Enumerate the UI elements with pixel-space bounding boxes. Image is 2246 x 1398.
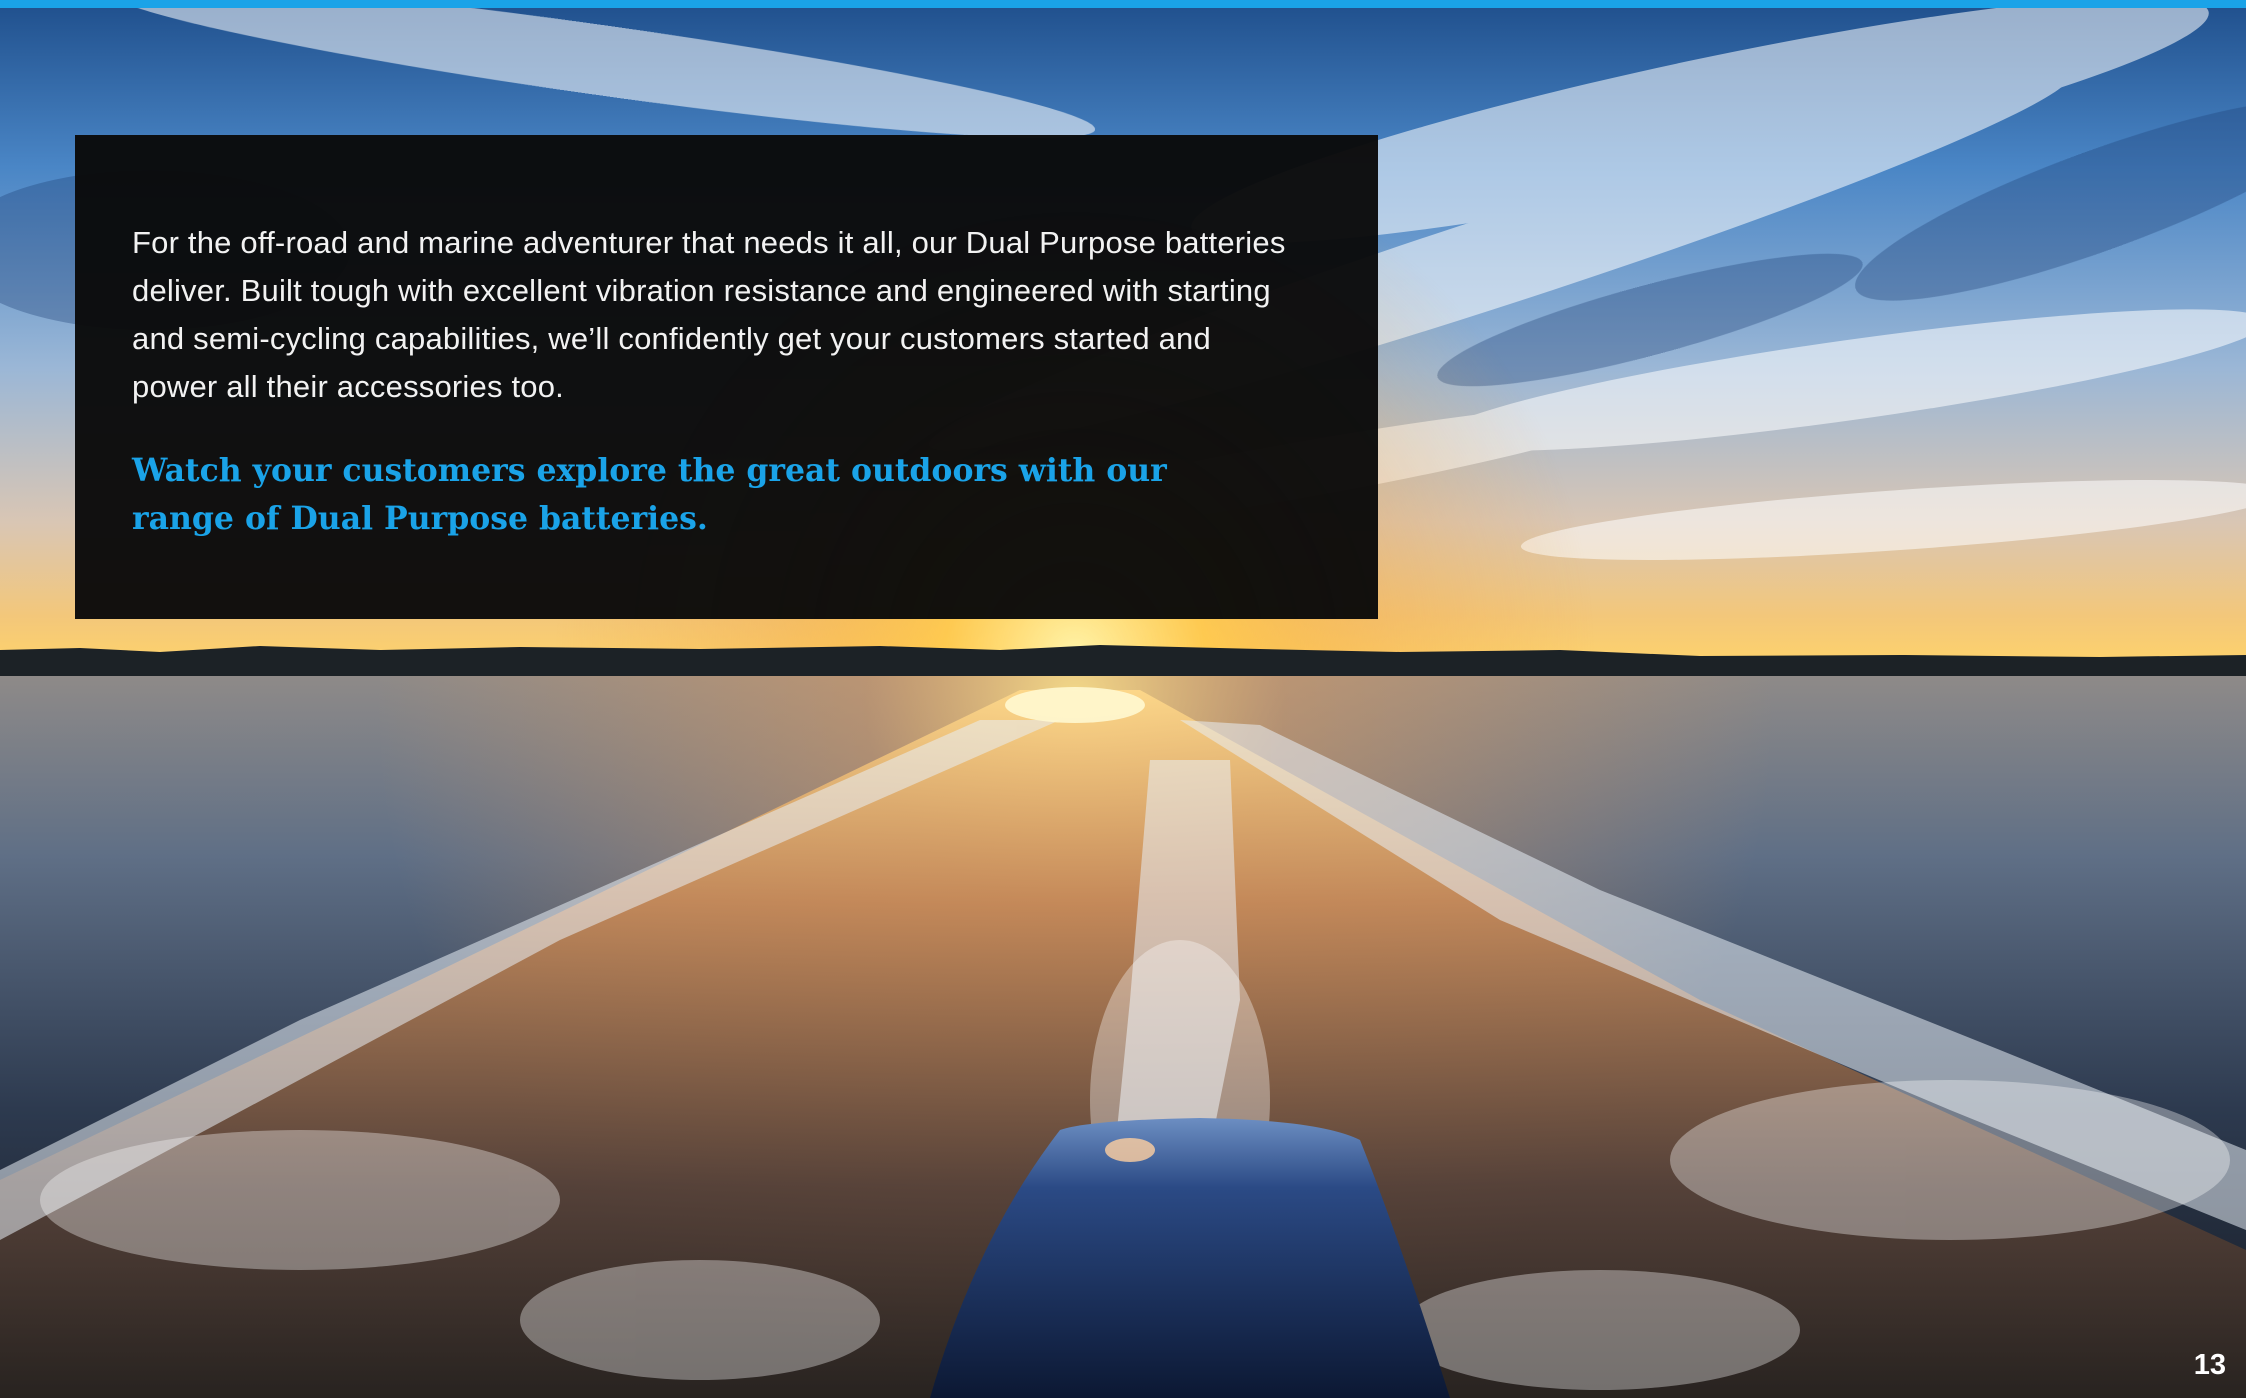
body-paragraph: For the off-road and marine adventurer t…	[132, 225, 1286, 404]
intro-text-panel: For the off-road and marine adventurer t…	[75, 135, 1378, 619]
page-number: 13	[2193, 1349, 2226, 1381]
accent-top-bar	[0, 0, 2246, 8]
highlight-paragraph: Watch your customers explore the great o…	[132, 452, 1167, 537]
brochure-page: For the off-road and marine adventurer t…	[0, 0, 2246, 1398]
